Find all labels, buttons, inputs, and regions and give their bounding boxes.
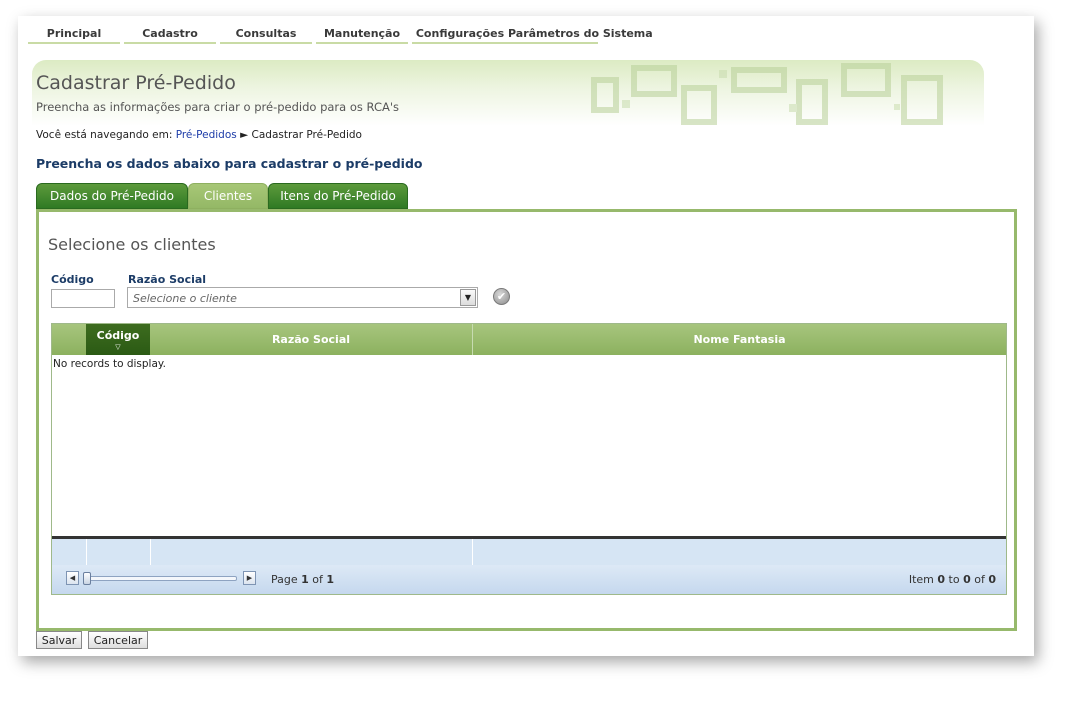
breadcrumb-link-pre-pedidos[interactable]: Pré-Pedidos (176, 129, 237, 141)
tab-panel-clientes: Selecione os clientes Código Razão Socia… (36, 209, 1017, 631)
grid-empty-message: No records to display. (53, 358, 166, 370)
grid-footer-separator (472, 539, 473, 565)
breadcrumb: Você está navegando em: Pré-Pedidos ► Ca… (36, 129, 362, 141)
confirm-check-icon[interactable]: ✔ (493, 288, 510, 305)
sort-descending-icon: ▽ (115, 342, 121, 351)
pager-slider-track[interactable] (85, 576, 237, 581)
pager-of: of (312, 573, 323, 586)
cliente-select-placeholder: Selecione o cliente (133, 292, 237, 305)
pager-item-of-label: of (974, 573, 985, 586)
cliente-select[interactable]: Selecione o cliente ▼ (127, 287, 478, 308)
breadcrumb-separator-icon: ► (240, 129, 249, 141)
pager-item-to-label: to (948, 573, 960, 586)
grid-header-select (52, 324, 86, 355)
pager-total-pages: 1 (326, 573, 335, 586)
grid-header: Código ▽ Razão Social Nome Fantasia (52, 324, 1006, 355)
section-heading: Preencha os dados abaixo para cadastrar … (36, 156, 423, 171)
pager-current-page: 1 (301, 573, 309, 586)
pager-page-prefix: Page (271, 573, 298, 586)
panel-title: Selecione os clientes (48, 235, 216, 254)
pager-item-to: 0 (963, 573, 971, 586)
menu-item-parametros[interactable]: Parâmetros do Sistema (508, 26, 653, 44)
pager-item-from: 0 (937, 573, 946, 586)
pager-item-prefix: Item (908, 573, 934, 586)
banner-decoration-graphic (591, 63, 943, 125)
menu-item-principal[interactable]: Principal (28, 26, 120, 44)
pager-item-total: 0 (988, 573, 996, 586)
grid-header-codigo[interactable]: Código ▽ (86, 324, 150, 355)
grid-footer-separator (150, 539, 151, 565)
codigo-label: Código (51, 273, 94, 286)
pager-item-info: Item 0 to 0 of 0 (909, 573, 996, 586)
pager-next-icon[interactable]: ▶ (243, 571, 256, 585)
pager-slider-thumb[interactable] (83, 572, 91, 585)
grid-header-razao-social[interactable]: Razão Social (150, 324, 472, 355)
tab-dados-pre-pedido[interactable]: Dados do Pré-Pedido (36, 183, 188, 209)
grid-header-nome-fantasia[interactable]: Nome Fantasia (472, 324, 1006, 355)
grid-pager: ◀ ▶ Page 1 of 1 Item 0 to 0 of 0 (52, 565, 1006, 594)
page-title: Cadastrar Pré-Pedido (36, 72, 236, 94)
grid-footer-row (52, 539, 1006, 565)
pager-page-info: Page 1 of 1 (271, 573, 334, 586)
menu-item-cadastro[interactable]: Cadastro (124, 26, 216, 44)
tab-clientes[interactable]: Clientes (188, 183, 268, 209)
breadcrumb-current: Cadastrar Pré-Pedido (251, 129, 362, 141)
breadcrumb-prefix: Você está navegando em: (36, 129, 173, 141)
menu-item-consultas[interactable]: Consultas (220, 26, 312, 44)
menu-item-manutencao[interactable]: Manutenção (316, 26, 408, 44)
codigo-input[interactable] (51, 289, 115, 308)
page-subtitle: Preencha as informações para criar o pré… (36, 100, 400, 114)
save-button[interactable]: Salvar (36, 631, 82, 649)
pager-prev-icon[interactable]: ◀ (66, 571, 79, 585)
tab-itens-pre-pedido[interactable]: Itens do Pré-Pedido (268, 183, 408, 209)
grid-footer-separator (86, 539, 87, 565)
razao-social-label: Razão Social (128, 273, 207, 286)
dropdown-arrow-icon[interactable]: ▼ (460, 289, 476, 306)
page-frame: Principal Cadastro Consultas Manutenção … (18, 16, 1034, 656)
grid-header-codigo-label: Código (96, 328, 140, 342)
cancel-button[interactable]: Cancelar (88, 631, 148, 649)
clientes-grid: Código ▽ Razão Social Nome Fantasia No r… (51, 323, 1007, 595)
menu-item-configuracoes[interactable]: Configurações (412, 26, 508, 44)
